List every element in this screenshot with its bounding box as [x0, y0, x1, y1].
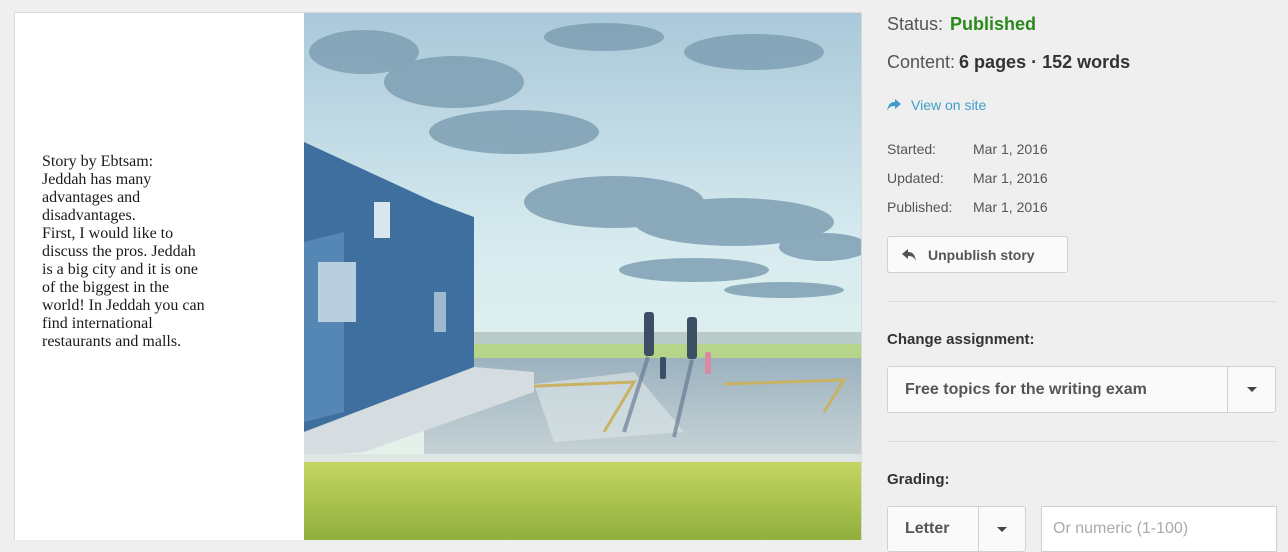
caret-down-icon — [1246, 387, 1257, 392]
content-value: 6 pages · 152 words — [959, 52, 1131, 72]
status-label: Status: — [887, 14, 944, 34]
assignment-dropdown[interactable]: Free topics for the writing exam — [887, 366, 1276, 413]
status-line: Status: Published — [887, 14, 1036, 35]
change-assignment-label: Change assignment: — [887, 331, 1035, 348]
date-label: Updated: — [887, 170, 944, 186]
date-value: Mar 1, 2016 — [973, 170, 1048, 186]
reply-arrow-icon — [902, 248, 916, 261]
assignment-dropdown-toggle[interactable] — [1227, 367, 1275, 412]
grading-letter-dropdown[interactable]: Letter — [887, 506, 1026, 552]
unpublish-story-label: Unpublish story — [928, 246, 1035, 263]
view-on-site-link[interactable]: View on site — [887, 97, 986, 113]
date-value: Mar 1, 2016 — [973, 141, 1048, 157]
story-preview: Story by Ebtsam: Jeddah has many advanta… — [14, 12, 862, 540]
date-label: Started: — [887, 141, 937, 157]
date-row-published: Published: Mar 1, 2016 — [887, 199, 1048, 228]
divider — [887, 301, 1277, 302]
date-row-updated: Updated: Mar 1, 2016 — [887, 170, 1048, 199]
grading-label: Grading: — [887, 471, 950, 488]
grading-letter-value: Letter — [905, 520, 950, 537]
story-illustration — [304, 13, 861, 540]
date-label: Published: — [887, 199, 953, 215]
date-value: Mar 1, 2016 — [973, 199, 1048, 215]
divider — [887, 441, 1277, 442]
story-text: Story by Ebtsam: Jeddah has many advanta… — [42, 153, 205, 350]
unpublish-story-button[interactable]: Unpublish story — [887, 236, 1068, 273]
view-on-site-label: View on site — [911, 97, 987, 113]
assignment-selected-value: Free topics for the writing exam — [905, 380, 1147, 398]
date-row-started: Started: Mar 1, 2016 — [887, 141, 1048, 170]
content-label: Content: — [887, 52, 956, 72]
story-sidebar: Status: Published Content: 6 pages · 152 w… — [887, 0, 1279, 552]
date-list: Started: Mar 1, 2016 Updated: Mar 1, 201… — [887, 141, 1048, 228]
content-line: Content: 6 pages · 152 words — [887, 52, 1130, 73]
status-badge: Published — [950, 14, 1037, 34]
share-arrow-icon — [887, 99, 901, 111]
grading-numeric-input[interactable] — [1041, 506, 1277, 552]
caret-down-icon — [997, 526, 1007, 532]
grading-letter-toggle[interactable] — [978, 507, 1025, 551]
